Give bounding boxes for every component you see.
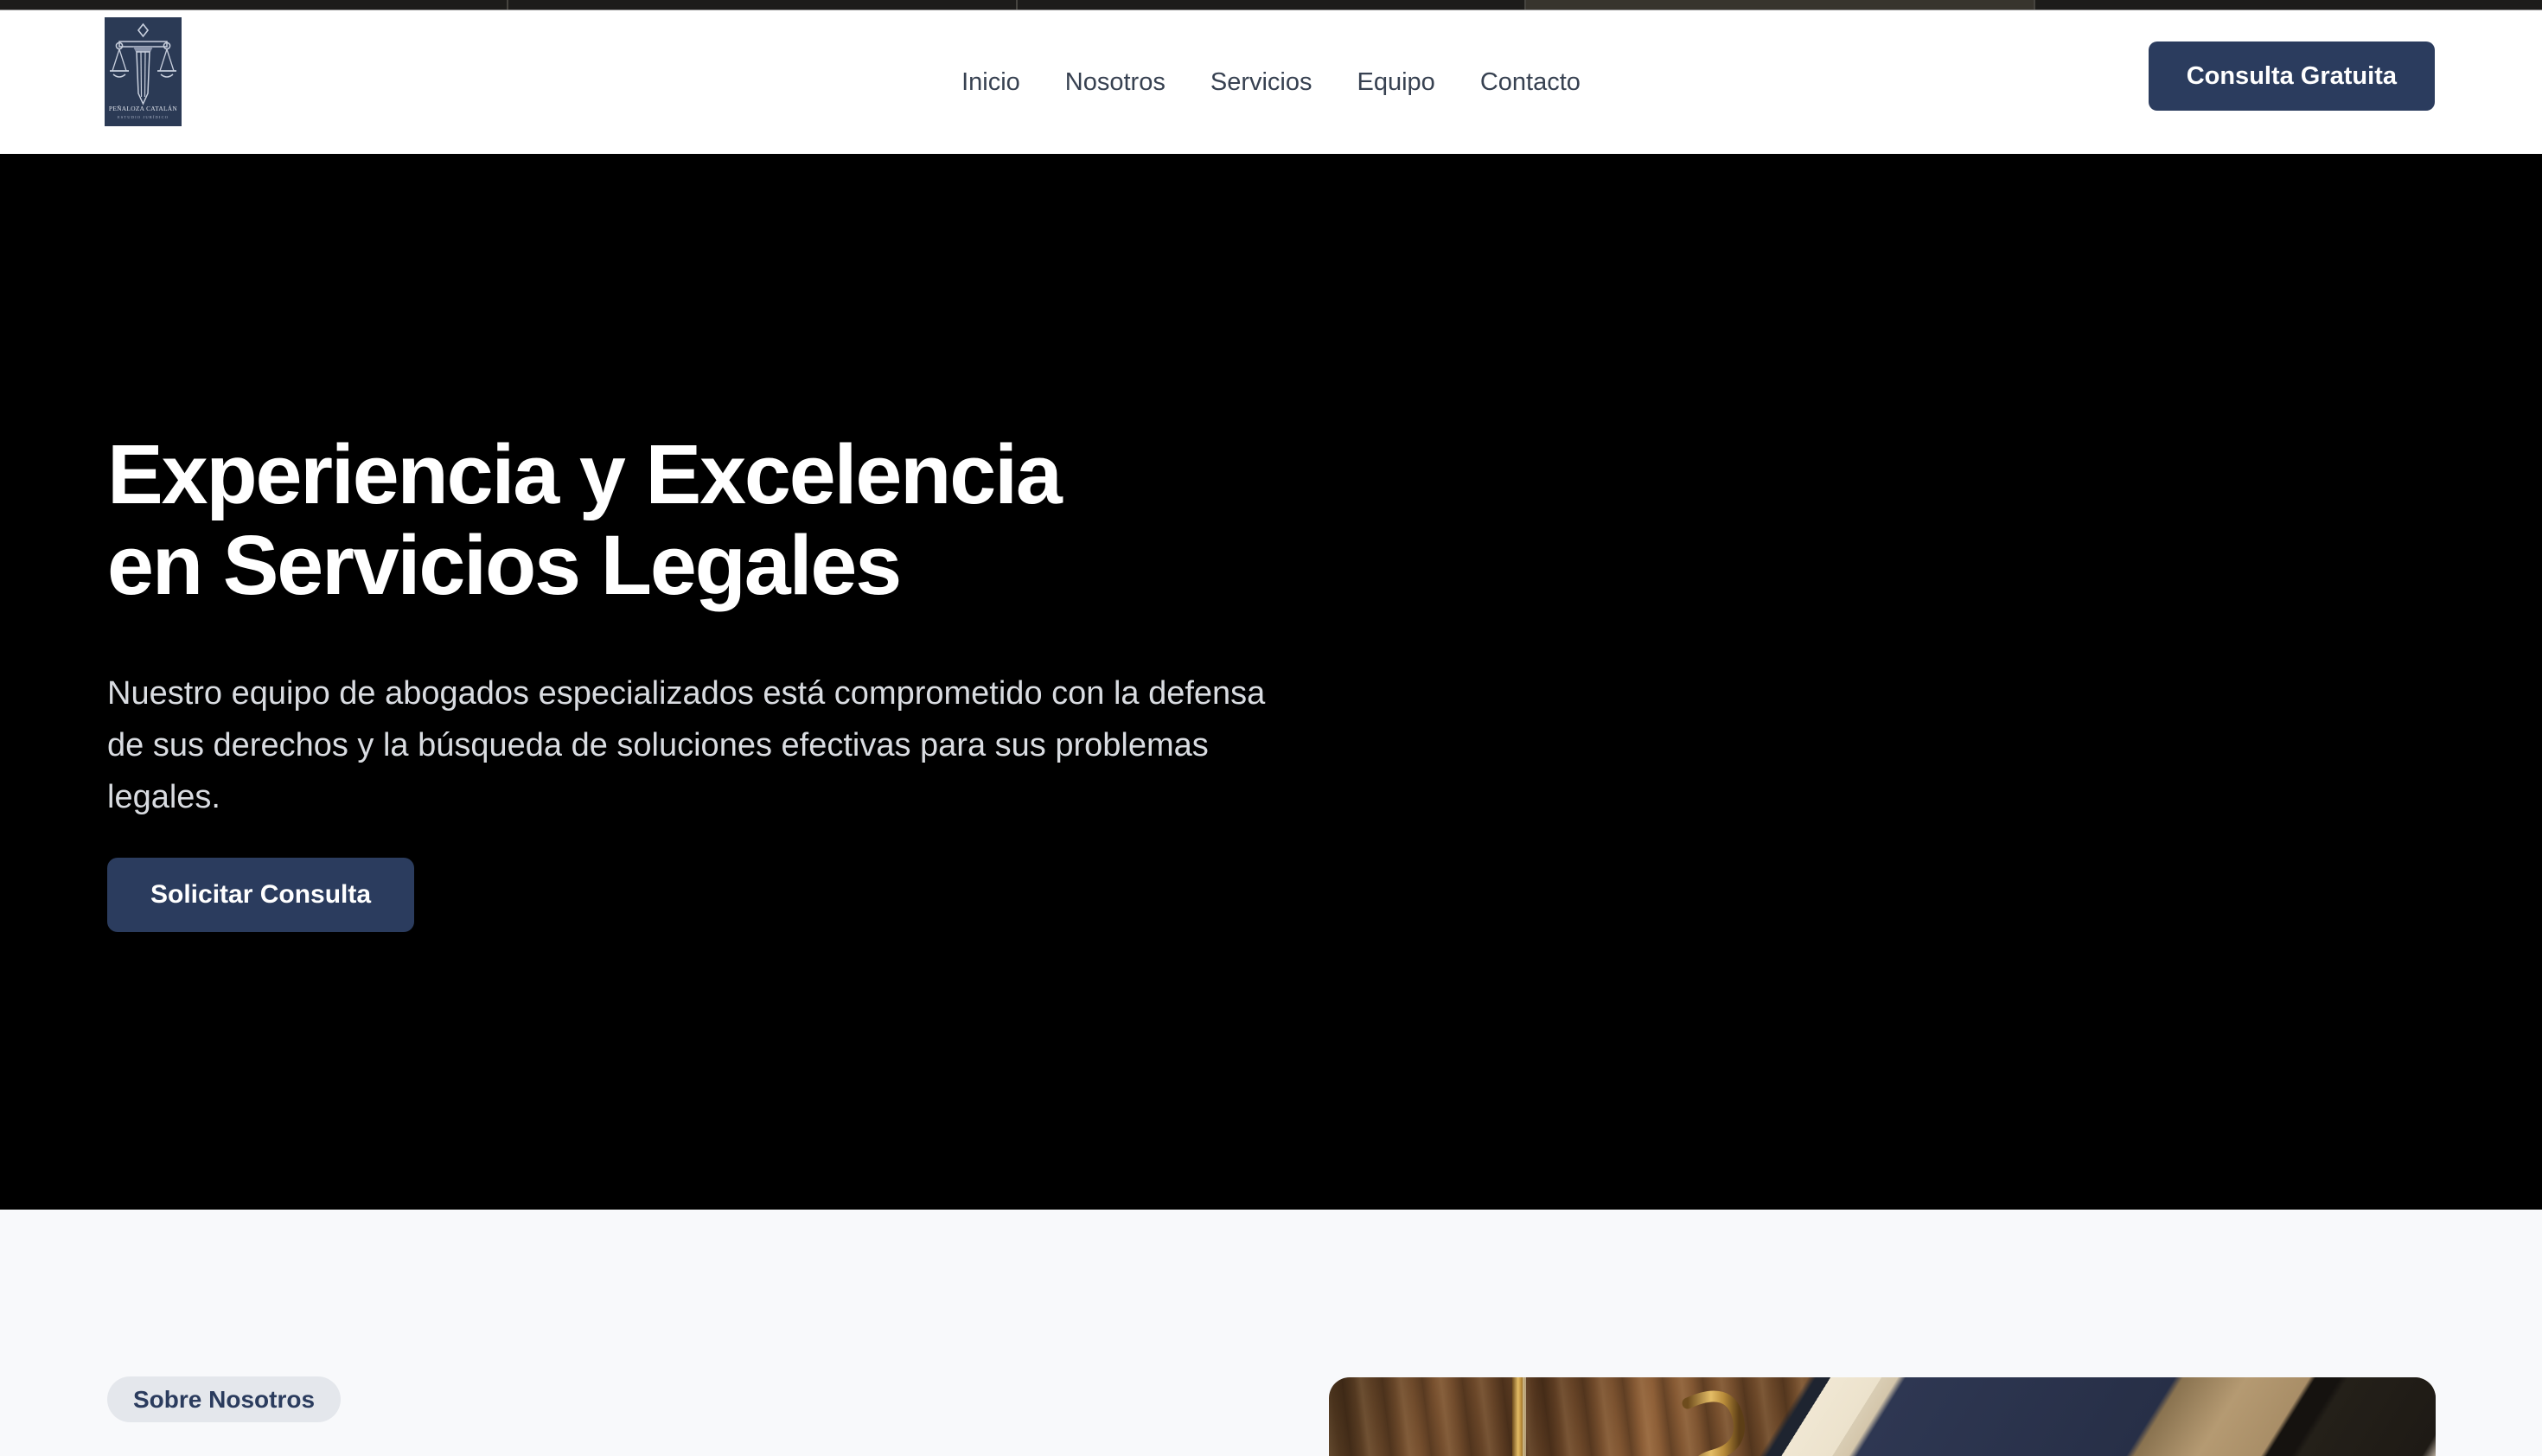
nav-item-equipo[interactable]: Equipo (1357, 68, 1435, 97)
nav-item-nosotros[interactable]: Nosotros (1065, 68, 1166, 97)
nav-item-contacto[interactable]: Contacto (1480, 68, 1581, 97)
hero-description-line: legales. (107, 771, 1265, 823)
hero-description-line: de sus derechos y la búsqueda de solucio… (107, 719, 1265, 771)
logo[interactable]: PEÑALOZA CATALÁN ESTUDIO JURÍDICO (105, 17, 182, 126)
browser-tab[interactable] (2035, 0, 2542, 10)
browser-tab[interactable] (0, 0, 508, 10)
page: { "browser_chrome": { "tab_count": 5, "a… (0, 0, 2542, 1456)
brass-scale-detail (1329, 1377, 2436, 1456)
main-nav: Inicio Nosotros Servicios Equipo Contact… (961, 11, 1581, 154)
about-section: Sobre Nosotros (0, 1210, 2542, 1456)
hero-title: Experiencia y Excelencia en Servicios Le… (107, 429, 1061, 610)
browser-tab-active[interactable] (1526, 0, 2034, 10)
logo-brand-text: PEÑALOZA CATALÁN (109, 104, 177, 112)
hero-title-line-1: Experiencia y Excelencia (107, 429, 1061, 520)
about-photo (1329, 1377, 2436, 1456)
hero-section: Experiencia y Excelencia en Servicios Le… (0, 154, 2542, 1210)
scales-of-justice-icon: PEÑALOZA CATALÁN ESTUDIO JURÍDICO (105, 17, 182, 126)
hero-description-line: Nuestro equipo de abogados especializado… (107, 667, 1265, 719)
browser-tab-strip (0, 0, 2542, 10)
site-header: PEÑALOZA CATALÁN ESTUDIO JURÍDICO Inicio… (0, 11, 2542, 154)
logo-subbrand-text: ESTUDIO JURÍDICO (118, 115, 169, 119)
solicitar-consulta-button[interactable]: Solicitar Consulta (107, 858, 414, 932)
hero-title-line-2: en Servicios Legales (107, 520, 1061, 610)
hero-description: Nuestro equipo de abogados especializado… (107, 667, 1265, 823)
sobre-nosotros-badge: Sobre Nosotros (107, 1376, 341, 1422)
browser-tab[interactable] (1018, 0, 1526, 10)
consulta-gratuita-button[interactable]: Consulta Gratuita (2149, 42, 2435, 111)
nav-item-servicios[interactable]: Servicios (1210, 68, 1313, 97)
browser-tab[interactable] (508, 0, 1017, 10)
nav-item-inicio[interactable]: Inicio (961, 68, 1020, 97)
